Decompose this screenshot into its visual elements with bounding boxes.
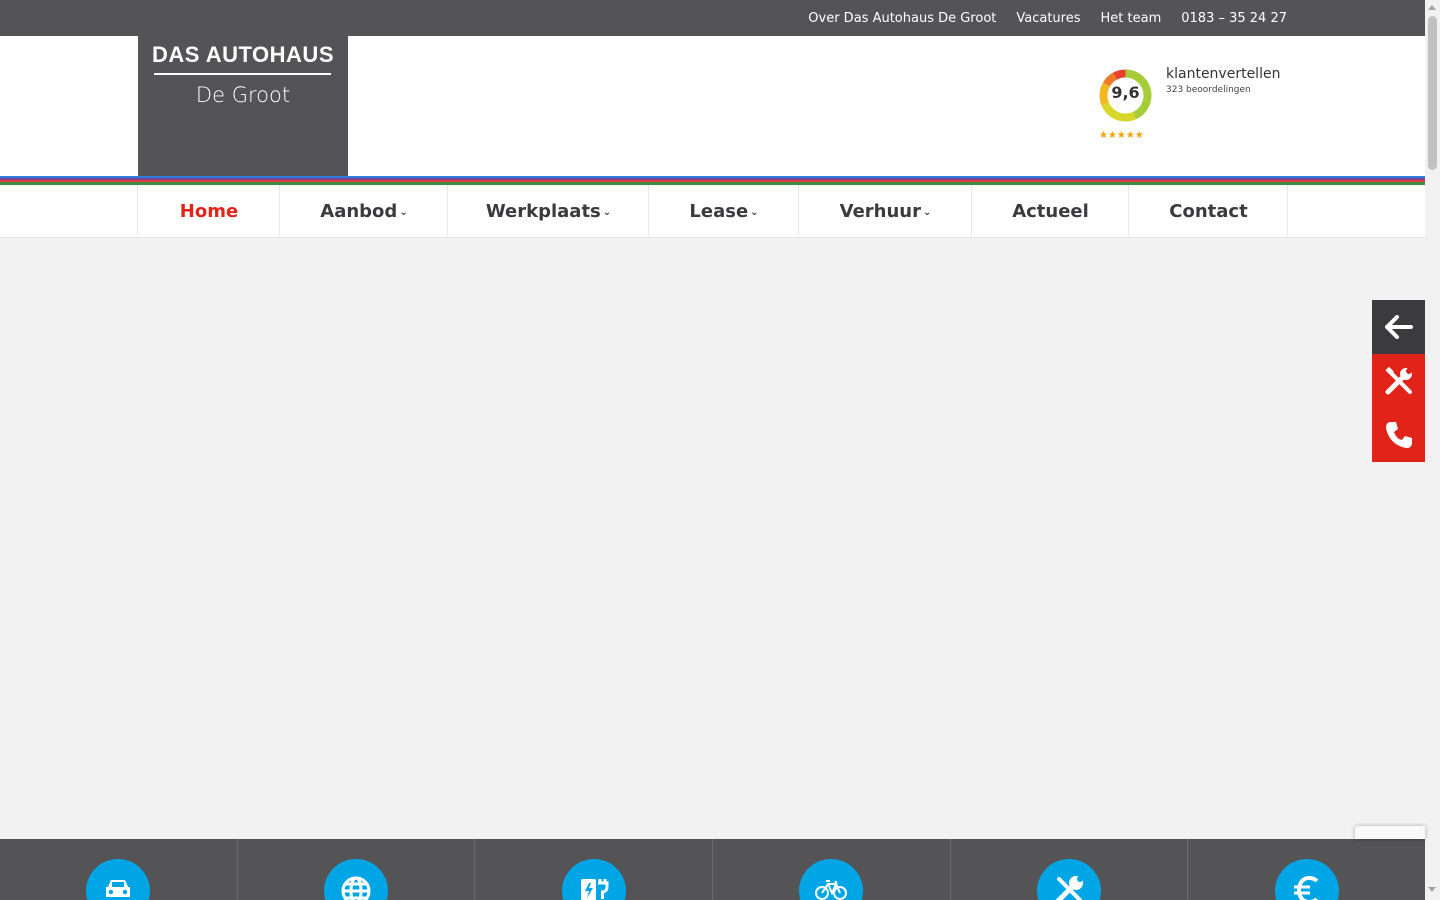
top-bar: Over Das Autohaus De Groot Vacatures Het… — [0, 0, 1425, 36]
side-action-bar — [1372, 300, 1425, 462]
service-item-electric[interactable] — [475, 839, 714, 900]
scroll-up-icon[interactable] — [1428, 5, 1436, 10]
main-nav: Home Aanbod ⌄ Werkplaats ⌄ Lease ⌄ Verhuur ⌄… — [0, 185, 1425, 238]
scrollbar-thumb[interactable] — [1428, 16, 1437, 170]
nav-item-label: Werkplaats — [485, 200, 601, 222]
top-links: Over Das Autohaus De Groot Vacatures Het… — [808, 0, 1287, 36]
nav-item-label: Contact — [1169, 200, 1248, 222]
nav-divider — [1287, 185, 1288, 237]
service-item-cars[interactable] — [0, 839, 238, 900]
top-link-about[interactable]: Over Das Autohaus De Groot — [808, 11, 996, 26]
top-link-team[interactable]: Het team — [1101, 11, 1162, 26]
nav-item-label: Lease — [689, 200, 749, 222]
service-circle — [324, 859, 388, 900]
euro-icon — [1293, 875, 1319, 900]
service-circle — [1037, 859, 1102, 900]
nav-item-label: Home — [179, 200, 239, 222]
scroll-down-icon[interactable] — [1428, 887, 1436, 892]
nav-item-contact[interactable]: Contact — [1128, 185, 1288, 237]
service-item-finance[interactable] — [1188, 839, 1425, 900]
nav-item-label: Aanbod — [320, 200, 398, 222]
top-link-phone[interactable]: 0183 – 35 24 27 — [1181, 11, 1287, 26]
nav-item-label: Actueel — [1012, 200, 1089, 222]
service-circle — [86, 859, 151, 900]
chevron-down-icon: ⌄ — [750, 206, 759, 218]
ev-charger-icon — [580, 879, 609, 900]
logo-divider — [154, 73, 331, 75]
color-stripes — [0, 176, 1425, 185]
site-logo[interactable]: DAS AUTOHAUS De Groot — [138, 36, 348, 176]
rating-brand: klantenvertellen — [1166, 66, 1281, 82]
nav-item-aanbod[interactable]: Aanbod ⌄ — [279, 185, 448, 237]
service-item-bikes[interactable] — [713, 839, 951, 900]
nav-item-verhuur[interactable]: Verhuur ⌄ — [798, 185, 972, 237]
scrollbar[interactable] — [1425, 0, 1440, 900]
logo-line-2: De Groot — [195, 83, 291, 107]
rating-widget[interactable]: 9,6 ★★★★★ klantenvertellen 323 beoordeli… — [1098, 66, 1298, 148]
logo-line-1: DAS AUTOHAUS — [151, 42, 334, 67]
side-workshop-button[interactable] — [1372, 354, 1425, 408]
nav-item-werkplaats[interactable]: Werkplaats ⌄ — [447, 185, 649, 237]
side-collapse-button[interactable] — [1372, 300, 1425, 354]
service-circle — [799, 859, 864, 900]
nav-item-actueel[interactable]: Actueel — [971, 185, 1129, 237]
bicycle-icon — [815, 880, 848, 900]
recaptcha-badge[interactable] — [1355, 826, 1425, 839]
rating-count: 323 beoordelingen — [1166, 85, 1251, 95]
tools-icon — [1055, 876, 1084, 900]
nav-item-lease[interactable]: Lease ⌄ — [648, 185, 799, 237]
service-item-workshop[interactable] — [951, 839, 1189, 900]
car-icon — [106, 880, 131, 897]
service-item-import[interactable] — [238, 839, 476, 900]
rating-stars: ★★★★★ — [1099, 130, 1144, 141]
chevron-down-icon: ⌄ — [399, 206, 408, 218]
rating-score: 9,6 — [1111, 83, 1140, 102]
side-phone-button[interactable] — [1372, 408, 1425, 462]
chevron-down-icon: ⌄ — [602, 206, 612, 218]
chevron-down-icon: ⌄ — [922, 206, 932, 218]
service-bar — [0, 839, 1425, 900]
phone-icon — [1385, 422, 1412, 448]
service-circle — [561, 859, 626, 900]
service-circle — [1274, 859, 1339, 900]
arrow-left-icon — [1384, 315, 1413, 339]
globe-icon — [341, 876, 371, 900]
nav-item-label: Verhuur — [839, 200, 921, 222]
tools-icon — [1384, 366, 1412, 395]
nav-item-home[interactable]: Home — [137, 185, 280, 237]
top-link-vacatures[interactable]: Vacatures — [1016, 11, 1080, 26]
